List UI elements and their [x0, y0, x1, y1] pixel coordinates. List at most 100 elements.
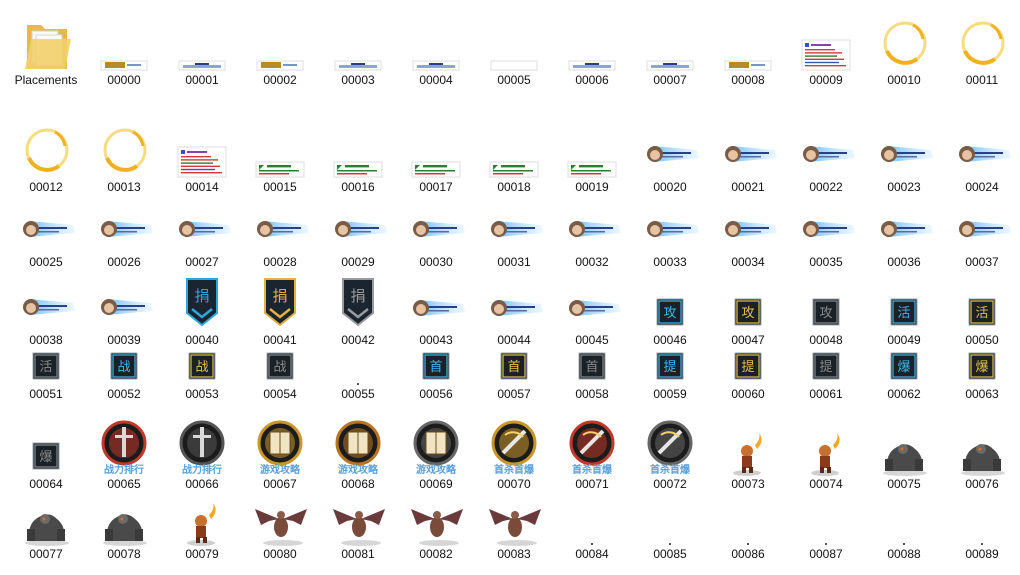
- file-name-label: 00052: [107, 387, 141, 401]
- svg-text:攻: 攻: [663, 306, 676, 321]
- file-item[interactable]: 提 00060: [709, 325, 787, 405]
- file-item[interactable]: 首杀首爆 00070: [475, 415, 553, 495]
- file-item[interactable]: 00014: [163, 118, 241, 198]
- file-item[interactable]: 提 00061: [787, 325, 865, 405]
- file-item[interactable]: 00078: [85, 485, 163, 565]
- file-item[interactable]: 00025: [7, 193, 85, 273]
- file-item[interactable]: 00034: [709, 193, 787, 273]
- file-item[interactable]: 00055: [319, 325, 397, 405]
- file-item[interactable]: 战 00054: [241, 325, 319, 405]
- file-item[interactable]: 00013: [85, 118, 163, 198]
- file-item[interactable]: 游戏攻略 00069: [397, 415, 475, 495]
- file-item[interactable]: 战力排行 00065: [85, 415, 163, 495]
- file-item[interactable]: 活 00051: [7, 325, 85, 405]
- file-name-label: 00035: [809, 255, 843, 269]
- file-item[interactable]: 00033: [631, 193, 709, 273]
- file-item[interactable]: 战力排行 00066: [163, 415, 241, 495]
- file-item[interactable]: 00009: [787, 11, 865, 91]
- file-item[interactable]: 00083: [475, 485, 553, 565]
- file-item[interactable]: 00076: [943, 415, 1020, 495]
- file-item[interactable]: 00080: [241, 485, 319, 565]
- file-item[interactable]: 爆 00062: [865, 325, 943, 405]
- file-item[interactable]: 00087: [787, 485, 865, 565]
- file-item[interactable]: 00079: [163, 485, 241, 565]
- dragon-sprite-icon: [249, 507, 311, 547]
- file-item[interactable]: 首 00057: [475, 325, 553, 405]
- blue-strip-icon: [646, 60, 694, 71]
- file-item[interactable]: 00084: [553, 485, 631, 565]
- file-item[interactable]: 00015: [241, 118, 319, 198]
- file-item[interactable]: 00022: [787, 118, 865, 198]
- svg-text:提: 提: [663, 359, 676, 375]
- file-item[interactable]: 00002: [241, 11, 319, 91]
- svg-text:首: 首: [585, 360, 598, 375]
- file-item[interactable]: 00081: [319, 485, 397, 565]
- file-item[interactable]: 00012: [7, 118, 85, 198]
- file-item[interactable]: 游戏攻略 00067: [241, 415, 319, 495]
- file-item[interactable]: 00003: [319, 11, 397, 91]
- file-item[interactable]: 战 00052: [85, 325, 163, 405]
- file-item[interactable]: 00018: [475, 118, 553, 198]
- file-item[interactable]: 首杀首爆 00072: [631, 415, 709, 495]
- file-item[interactable]: 00036: [865, 193, 943, 273]
- file-item[interactable]: 00005: [475, 11, 553, 91]
- file-item[interactable]: 首杀首爆 00071: [553, 415, 631, 495]
- svg-text:游戏攻略: 游戏攻略: [416, 463, 457, 476]
- svg-text:活: 活: [39, 360, 52, 375]
- round-emblem-icon: 战力排行: [175, 415, 229, 477]
- file-item[interactable]: 00024: [943, 118, 1020, 198]
- round-emblem-icon: 游戏攻略: [409, 415, 463, 477]
- svg-text:捐: 捐: [194, 287, 209, 305]
- file-item[interactable]: 00019: [553, 118, 631, 198]
- round-emblem-icon: 首杀首爆: [487, 415, 541, 477]
- file-item[interactable]: 00008: [709, 11, 787, 91]
- file-name-label: 00083: [497, 547, 531, 561]
- file-item[interactable]: 00089: [943, 485, 1020, 565]
- file-item[interactable]: 爆 00063: [943, 325, 1020, 405]
- file-item[interactable]: 00029: [319, 193, 397, 273]
- file-item[interactable]: 00037: [943, 193, 1020, 273]
- file-item[interactable]: 提 00059: [631, 325, 709, 405]
- svg-text:提: 提: [819, 359, 832, 375]
- file-item[interactable]: 00086: [709, 485, 787, 565]
- portrait-banner-icon: [873, 207, 935, 253]
- file-item[interactable]: 00016: [319, 118, 397, 198]
- file-item[interactable]: 00082: [397, 485, 475, 565]
- file-item[interactable]: 00026: [85, 193, 163, 273]
- file-name-label: 00087: [809, 547, 843, 561]
- file-item[interactable]: 00010: [865, 11, 943, 91]
- file-item[interactable]: 00031: [475, 193, 553, 273]
- file-item[interactable]: 00017: [397, 118, 475, 198]
- file-item[interactable]: 00021: [709, 118, 787, 198]
- file-item[interactable]: 00077: [7, 485, 85, 565]
- file-item[interactable]: 爆 00064: [7, 415, 85, 495]
- file-item[interactable]: 战 00053: [163, 325, 241, 405]
- file-item[interactable]: 00000: [85, 11, 163, 91]
- file-item[interactable]: 00028: [241, 193, 319, 273]
- file-name-label: 00025: [29, 255, 63, 269]
- file-item[interactable]: 00007: [631, 11, 709, 91]
- file-item[interactable]: 00035: [787, 193, 865, 273]
- file-item[interactable]: 00030: [397, 193, 475, 273]
- file-item[interactable]: 首 00058: [553, 325, 631, 405]
- file-item[interactable]: 00004: [397, 11, 475, 91]
- file-item[interactable]: 00073: [709, 415, 787, 495]
- svg-text:首杀首爆: 首杀首爆: [650, 463, 691, 476]
- svg-text:首杀首爆: 首杀首爆: [494, 463, 535, 476]
- file-item[interactable]: 00088: [865, 485, 943, 565]
- file-item[interactable]: 游戏攻略 00068: [319, 415, 397, 495]
- file-item[interactable]: Placements: [7, 11, 85, 91]
- file-item[interactable]: 00023: [865, 118, 943, 198]
- file-item[interactable]: 00006: [553, 11, 631, 91]
- file-item[interactable]: 00075: [865, 415, 943, 495]
- file-item[interactable]: 00020: [631, 118, 709, 198]
- file-item[interactable]: 00027: [163, 193, 241, 273]
- file-item[interactable]: 00001: [163, 11, 241, 91]
- file-item[interactable]: 00011: [943, 11, 1020, 91]
- file-item[interactable]: 00074: [787, 415, 865, 495]
- file-item[interactable]: 00032: [553, 193, 631, 273]
- title-strip-icon: [100, 60, 148, 71]
- file-item[interactable]: 00085: [631, 485, 709, 565]
- file-item[interactable]: 首 00056: [397, 325, 475, 405]
- portrait-banner-icon: [951, 132, 1013, 178]
